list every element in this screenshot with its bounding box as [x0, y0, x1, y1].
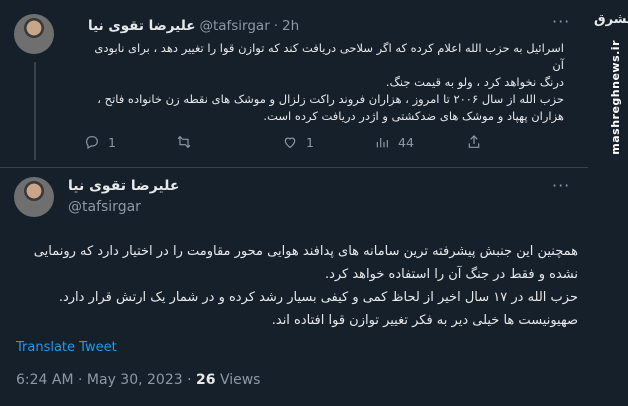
share-icon — [468, 135, 480, 148]
more-options-icon[interactable]: ··· — [552, 176, 570, 195]
like-count: 1 — [306, 134, 314, 150]
tweet-line: اسرائیل به حزب الله اعلام کرده که اگر سل… — [94, 41, 564, 72]
avatar[interactable] — [14, 14, 54, 54]
author-name[interactable]: علیرضا تقوی نیا — [68, 178, 179, 194]
views-button[interactable]: 44 — [374, 134, 414, 150]
tweet-line: صهیونیست ها خیلی دیر به فکر تغییر توازن … — [271, 313, 578, 328]
meta-separator: · — [78, 372, 83, 388]
author-name[interactable]: علیرضا تقوی نیا — [88, 18, 195, 34]
tweet-line: نشده و فقط در جنگ آن را استفاده خواهد کر… — [324, 267, 578, 282]
divider — [0, 167, 588, 168]
reply-count: 1 — [108, 134, 116, 150]
tweet-line: درنگ نخواهد کرد ، ولو به قیمت جنگ. — [385, 75, 564, 89]
thread-line — [34, 62, 36, 160]
views-count: 26 — [196, 372, 216, 388]
tweet-line: همچنین این جنبش پیشرفته ترین سامانه های … — [33, 244, 578, 259]
time-separator: · — [273, 18, 279, 34]
tweet-text: اسرائیل به حزب الله اعلام کرده که اگر سل… — [84, 40, 564, 125]
tweet-line: حزب الله در ۱۷ سال اخیر از لحاظ کمی و کی… — [58, 290, 578, 305]
author-handle[interactable]: @tafsirgar — [68, 199, 141, 215]
reply-button[interactable]: 1 — [84, 134, 116, 150]
views-count: 44 — [398, 134, 414, 150]
like-button[interactable]: 1 — [282, 134, 314, 150]
site-url: mashreghnews.ir — [609, 40, 622, 155]
tweet-line: حزب الله از سال ۲۰۰۶ تا امروز ، هزاران ف… — [97, 92, 564, 106]
site-logo: مشرق — [594, 12, 628, 27]
avatar[interactable] — [14, 177, 54, 217]
tweet-time[interactable]: 6:24 AM — [16, 372, 74, 388]
views-icon — [376, 138, 388, 148]
tweet-time[interactable]: 2h — [282, 18, 299, 34]
share-button[interactable] — [466, 134, 482, 150]
more-options-icon[interactable]: ··· — [552, 12, 570, 31]
reply-icon — [86, 136, 98, 150]
translate-tweet-link[interactable]: Translate Tweet — [16, 340, 117, 355]
meta-separator: · — [187, 372, 192, 388]
retweet-button[interactable] — [176, 134, 200, 150]
tweet-text: همچنین این جنبش پیشرفته ترین سامانه های … — [18, 240, 578, 332]
author-handle[interactable]: @tafsirgar — [199, 18, 269, 34]
tweet-date[interactable]: May 30, 2023 — [87, 372, 183, 388]
watermark-strip: مشرق mashreghnews.ir — [588, 0, 628, 406]
heart-icon — [284, 137, 296, 149]
tweet-line: هزاران پهپاد و موشک های ضدکشتی و اژدر در… — [263, 109, 564, 123]
tweet-meta: 6:24 AM · May 30, 2023 · 26 Views — [16, 372, 260, 388]
tweet-actions: 1 1 44 — [84, 134, 564, 154]
tweet-header: علیرضا تقوی نیا @tafsirgar · 2h — [88, 15, 299, 37]
retweet-icon — [177, 135, 191, 149]
views-label: Views — [219, 372, 261, 388]
